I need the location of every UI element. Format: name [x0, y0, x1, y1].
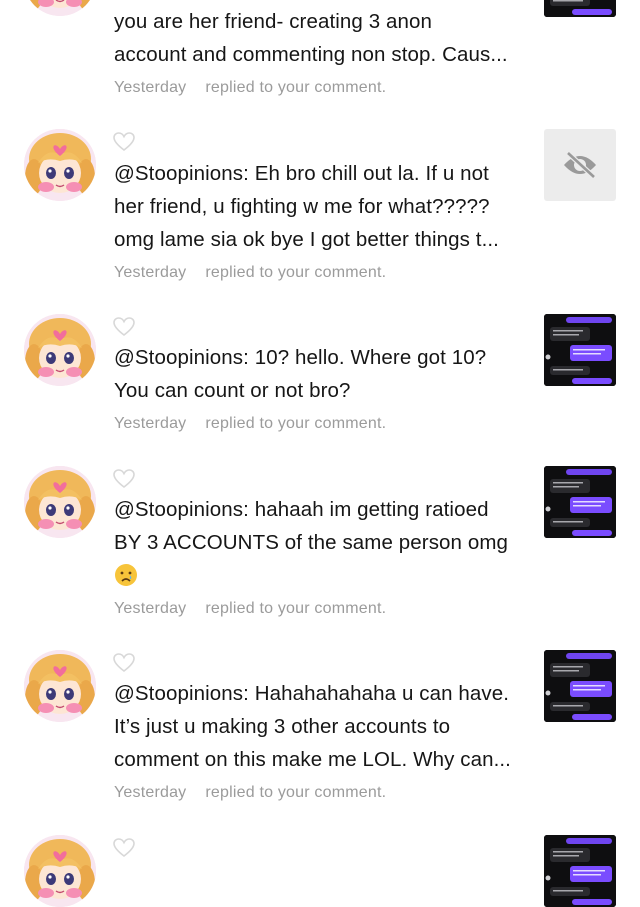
comment-line: @Stoopinions: Hahahahahaha u can have. — [114, 682, 510, 705]
avatar-illustration — [24, 650, 96, 722]
action-text: replied to your comment. — [205, 264, 387, 281]
chat-screenshot-preview — [544, 0, 616, 17]
user-avatar[interactable] — [24, 129, 96, 201]
timestamp: Yesterday — [114, 79, 187, 96]
heart-outline-shape — [113, 469, 135, 489]
post-thumbnail[interactable] — [544, 129, 616, 201]
action-text: replied to your comment. — [205, 79, 387, 96]
avatar-illustration — [24, 314, 96, 386]
post-thumbnail[interactable] — [544, 835, 616, 907]
avatar-illustration — [24, 835, 96, 907]
comment-line: It’s just u making 3 other accounts to — [114, 715, 451, 738]
meta-row: Yesterday replied to your comment. — [114, 264, 386, 282]
comment-line: comment on this make me LOL. Why can... — [114, 748, 511, 771]
user-avatar[interactable] — [24, 835, 96, 907]
meta-row: Yesterday replied to your comment. — [114, 415, 386, 433]
like-heart-icon[interactable] — [113, 469, 135, 489]
comment-text[interactable]: @Stoopinions: 10? hello. Where got 10? Y… — [114, 341, 526, 407]
like-heart-icon[interactable] — [113, 653, 135, 673]
user-avatar[interactable] — [24, 0, 96, 16]
action-text: replied to your comment. — [205, 784, 387, 801]
eye-slash-icon — [564, 151, 596, 179]
like-heart-icon[interactable] — [113, 838, 135, 858]
timestamp: Yesterday — [114, 784, 187, 801]
comment-text[interactable]: @Stoopinions: Hahahahahaha u can have. I… — [114, 677, 526, 776]
comment-line: You can count or not bro? — [114, 379, 351, 402]
comment-line: account and commenting non stop. Caus... — [114, 43, 508, 66]
heart-outline-shape — [113, 653, 135, 673]
like-heart-icon[interactable] — [113, 317, 135, 337]
post-thumbnail[interactable] — [544, 314, 616, 386]
meta-row: Yesterday replied to your comment. — [114, 600, 386, 618]
comment-line: omg lame sia ok bye I got better things … — [114, 228, 499, 251]
heart-outline-shape — [113, 838, 135, 858]
comment-line: @Stoopinions: Eh bro chill out la. If u … — [114, 162, 489, 185]
avatar-illustration — [24, 466, 96, 538]
user-avatar[interactable] — [24, 650, 96, 722]
action-text: replied to your comment. — [205, 600, 387, 617]
avatar-illustration — [24, 129, 96, 201]
comment-text[interactable]: @Stoopinions: hahaah im getting ratioed … — [114, 493, 526, 597]
post-thumbnail[interactable] — [544, 650, 616, 722]
action-text: replied to your comment. — [205, 415, 387, 432]
comment-line: BY 3 ACCOUNTS of the same person omg — [114, 531, 509, 554]
heart-outline-shape — [113, 132, 135, 152]
chat-screenshot-preview — [544, 650, 616, 722]
crying-face-emoji-icon — [115, 564, 137, 586]
chat-screenshot-preview — [544, 314, 616, 386]
meta-row: Yesterday replied to your comment. — [114, 79, 386, 97]
post-thumbnail[interactable] — [544, 0, 616, 17]
timestamp: Yesterday — [114, 264, 187, 281]
heart-outline-shape — [113, 317, 135, 337]
user-avatar[interactable] — [24, 314, 96, 386]
avatar-illustration — [24, 0, 96, 16]
comment-line: @Stoopinions: 10? hello. Where got 10? — [114, 346, 487, 369]
post-thumbnail[interactable] — [544, 466, 616, 538]
timestamp: Yesterday — [114, 600, 187, 617]
comment-text[interactable]: @Stoopinions: Eh bro chill out la. If u … — [114, 157, 526, 256]
comment-text[interactable]: you are her friend- creating 3 anon acco… — [114, 5, 526, 71]
like-heart-icon[interactable] — [113, 132, 135, 152]
timestamp: Yesterday — [114, 415, 187, 432]
emoji-line — [114, 559, 526, 597]
chat-screenshot-preview — [544, 835, 616, 907]
user-avatar[interactable] — [24, 466, 96, 538]
chat-screenshot-preview — [544, 466, 616, 538]
comment-line: you are her friend- creating 3 anon — [114, 10, 433, 33]
comment-line: her friend, u fighting w me for what????… — [114, 195, 490, 218]
meta-row: Yesterday replied to your comment. — [114, 784, 386, 802]
comment-line: @Stoopinions: hahaah im getting ratioed — [114, 498, 489, 521]
